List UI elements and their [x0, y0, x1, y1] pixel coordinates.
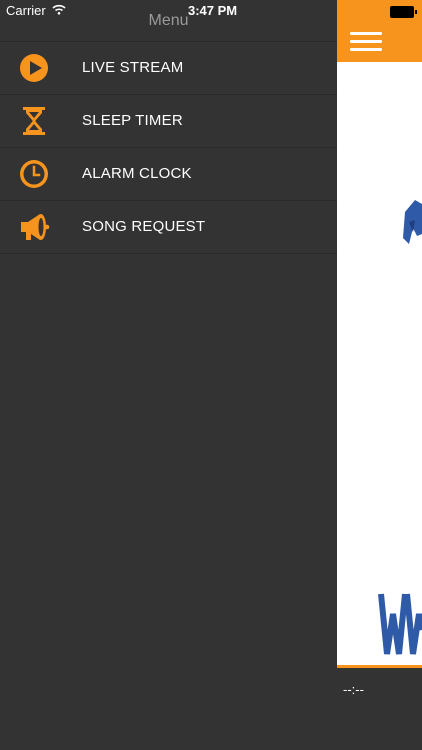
- station-logo-image: [337, 62, 422, 665]
- carrier-label: Carrier: [6, 3, 46, 18]
- menu-item-label: ALARM CLOCK: [82, 165, 192, 182]
- main-content-panel[interactable]: --:--: [337, 0, 422, 750]
- menu-item-sleep-timer[interactable]: SLEEP TIMER: [0, 95, 337, 148]
- progress-divider: [337, 665, 422, 668]
- play-circle-icon: [18, 52, 50, 84]
- menu-list: LIVE STREAM SLEEP TIMER ALARM CLOCK SONG…: [0, 42, 337, 254]
- hamburger-menu-icon[interactable]: [350, 32, 382, 54]
- megaphone-icon: [18, 211, 50, 243]
- wifi-icon: [52, 3, 66, 18]
- menu-item-label: SLEEP TIMER: [82, 112, 183, 129]
- menu-item-song-request[interactable]: SONG REQUEST: [0, 201, 337, 254]
- battery-icon: [390, 6, 417, 18]
- hourglass-icon: [18, 105, 50, 137]
- menu-item-label: SONG REQUEST: [82, 218, 206, 235]
- player-time-display: --:--: [343, 682, 364, 697]
- clock-icon: [18, 158, 50, 190]
- side-menu-drawer: Menu LIVE STREAM SLEEP TIMER ALARM CLOCK…: [0, 0, 337, 750]
- menu-item-label: LIVE STREAM: [82, 59, 184, 76]
- status-bar: Carrier 3:47 PM: [0, 0, 422, 22]
- menu-item-live-stream[interactable]: LIVE STREAM: [0, 42, 337, 95]
- status-time: 3:47 PM: [188, 3, 238, 18]
- menu-item-alarm-clock[interactable]: ALARM CLOCK: [0, 148, 337, 201]
